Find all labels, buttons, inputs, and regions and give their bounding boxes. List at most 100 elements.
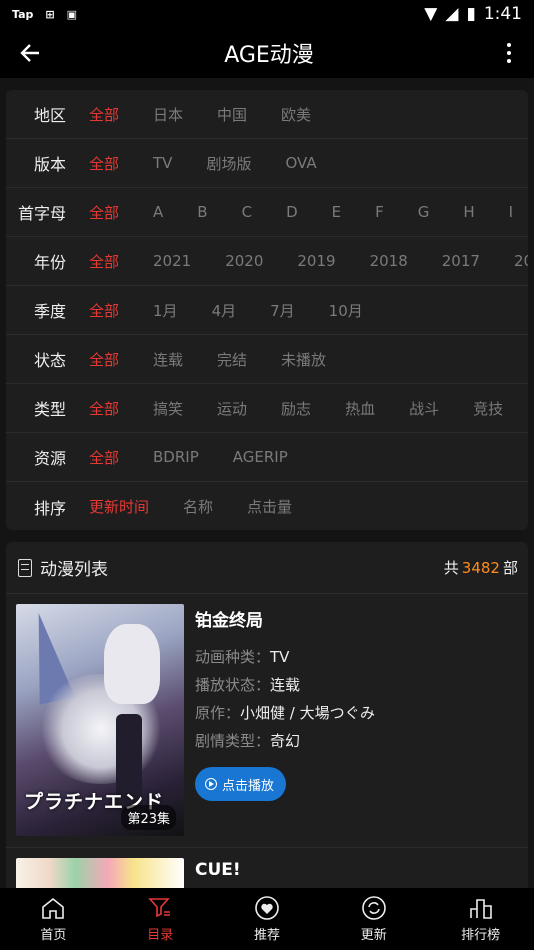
- filter-option[interactable]: 励志: [281, 398, 311, 419]
- filter-option[interactable]: 4月: [212, 300, 237, 321]
- filter-option[interactable]: G: [418, 203, 430, 221]
- filter-row: 状态 全部 连载 完结 未播放: [6, 335, 528, 384]
- filter-option[interactable]: 剧场版: [206, 153, 251, 174]
- list-item[interactable]: CUE!: [6, 848, 528, 888]
- filter-option[interactable]: 2016: [514, 252, 528, 270]
- anime-cover[interactable]: [16, 858, 184, 888]
- filter-label: 地区: [33, 106, 66, 125]
- filter-option[interactable]: 竞技: [473, 398, 503, 419]
- app-icon: ▣: [66, 7, 78, 21]
- filter-option[interactable]: 7月: [270, 300, 295, 321]
- nav-item[interactable]: 目录: [107, 888, 214, 950]
- anime-title[interactable]: 铂金终局: [195, 606, 375, 631]
- play-button[interactable]: 点击播放: [195, 767, 287, 801]
- filter-option[interactable]: 全部: [89, 398, 119, 419]
- filter-option[interactable]: 全部: [89, 447, 119, 468]
- filter-label: 状态: [33, 351, 66, 370]
- filter-option[interactable]: AGERIP: [233, 448, 288, 466]
- clock: 1:41: [483, 4, 522, 24]
- info-type: 动画种类：TV: [195, 643, 375, 671]
- info-genre: 剧情类型：奇幻: [195, 727, 375, 755]
- total-count: 3482: [461, 559, 500, 577]
- filter-label: 版本: [33, 155, 66, 174]
- bottom-nav: 首页 目录 推荐 更新 排行榜: [0, 888, 534, 950]
- anime-title[interactable]: CUE!: [195, 860, 241, 880]
- filter-option[interactable]: D: [286, 203, 298, 221]
- filter-option[interactable]: 全部: [89, 153, 119, 174]
- nav-label: 首页: [40, 928, 67, 943]
- nav-item[interactable]: 推荐: [214, 888, 321, 950]
- filter-option[interactable]: 点击量: [247, 496, 292, 517]
- list-total: 共 3482 部: [444, 557, 518, 578]
- filter-option[interactable]: 战斗: [409, 398, 439, 419]
- filter-option[interactable]: TV: [153, 154, 172, 172]
- main-content[interactable]: 地区 全部 日本 中国 欧美 版本 全部 TV 剧场版 OVA 首字母 全部 A B C D E F G H I 年份 全部…: [0, 78, 534, 888]
- filter-label: 年份: [33, 253, 66, 272]
- refresh-icon: [361, 896, 386, 920]
- back-arrow-icon[interactable]: [0, 28, 60, 78]
- play-button-label: 点击播放: [222, 778, 275, 794]
- tap-icon: Tap: [12, 7, 34, 21]
- play-icon: [205, 778, 217, 790]
- filter-option[interactable]: 全部: [89, 349, 119, 370]
- filter-row: 地区 全部 日本 中国 欧美: [6, 90, 528, 139]
- filter-option[interactable]: 未播放: [281, 349, 326, 370]
- more-menu-icon[interactable]: [484, 28, 534, 78]
- info-status: 播放状态：连载: [195, 671, 375, 699]
- filter-row: 类型 全部 搞笑 运动 励志 热血 战斗 竞技: [6, 384, 528, 433]
- filter-panel: 地区 全部 日本 中国 欧美 版本 全部 TV 剧场版 OVA 首字母 全部 A B C D E F G H I 年份 全部…: [6, 90, 528, 530]
- list-item[interactable]: プラチナエンド 第23集 铂金终局 动画种类：TV 播放状态：连载 原作：小畑健…: [6, 594, 528, 848]
- filter-option[interactable]: 运动: [217, 398, 247, 419]
- filter-option[interactable]: I: [509, 203, 513, 221]
- filter-option[interactable]: C: [242, 203, 252, 221]
- filter-option[interactable]: 完结: [217, 349, 247, 370]
- home-icon: [42, 897, 65, 919]
- filter-label: 季度: [33, 302, 66, 321]
- list-title: 动漫列表: [40, 560, 108, 580]
- filter-option[interactable]: BDRIP: [153, 448, 199, 466]
- filter-option[interactable]: 2017: [442, 252, 480, 270]
- filter-option[interactable]: 全部: [89, 104, 119, 125]
- filter-option[interactable]: 全部: [89, 300, 119, 321]
- filter-option[interactable]: 日本: [153, 104, 183, 125]
- filter-option[interactable]: 更新时间: [89, 496, 149, 517]
- filter-option[interactable]: 1月: [153, 300, 178, 321]
- total-suffix: 部: [502, 559, 518, 577]
- filter-option[interactable]: H: [463, 203, 474, 221]
- status-bar: Tap ⊞ ▣ ▼ ◢ ▮ 1:41: [0, 0, 534, 28]
- filter-option[interactable]: 2018: [370, 252, 408, 270]
- filter-option[interactable]: OVA: [285, 154, 316, 172]
- filter-option[interactable]: 全部: [89, 251, 119, 272]
- anime-cover[interactable]: プラチナエンド 第23集: [16, 604, 184, 836]
- genre-value: 奇幻: [270, 732, 301, 750]
- filter-option[interactable]: 10月: [329, 300, 363, 321]
- filter-option[interactable]: F: [375, 203, 384, 221]
- filter-option[interactable]: 中国: [217, 104, 247, 125]
- filter-option[interactable]: 欧美: [281, 104, 311, 125]
- nav-item[interactable]: 首页: [0, 888, 107, 950]
- nav-label: 目录: [147, 928, 174, 943]
- filter-option[interactable]: 连载: [153, 349, 183, 370]
- filter-option[interactable]: B: [197, 203, 207, 221]
- filter-row: 首字母 全部 A B C D E F G H I: [6, 188, 528, 237]
- filter-option[interactable]: 2021: [153, 252, 191, 270]
- ranking-icon: [469, 899, 492, 919]
- filter-row: 排序 更新时间 名称 点击量: [6, 482, 528, 530]
- filter-option[interactable]: 2019: [297, 252, 335, 270]
- genre-label: 剧情类型：: [195, 732, 271, 750]
- filter-row: 年份 全部 2021 2020 2019 2018 2017 2016: [6, 237, 528, 286]
- filter-label: 资源: [33, 449, 66, 468]
- filter-option[interactable]: 全部: [89, 202, 119, 223]
- wifi-icon: ▼: [424, 4, 438, 24]
- nav-item[interactable]: 排行榜: [427, 888, 534, 950]
- filter-option[interactable]: A: [153, 203, 163, 221]
- filter-row: 季度 全部 1月 4月 7月 10月: [6, 286, 528, 335]
- anime-info: 铂金终局 动画种类：TV 播放状态：连载 原作：小畑健 / 大場つぐみ 剧情类型…: [195, 604, 375, 837]
- filter-option[interactable]: 热血: [345, 398, 375, 419]
- filter-row: 版本 全部 TV 剧场版 OVA: [6, 139, 528, 188]
- filter-option[interactable]: 名称: [183, 496, 213, 517]
- filter-option[interactable]: E: [332, 203, 341, 221]
- filter-option[interactable]: 2020: [225, 252, 263, 270]
- nav-item[interactable]: 更新: [320, 888, 427, 950]
- filter-option[interactable]: 搞笑: [153, 398, 183, 419]
